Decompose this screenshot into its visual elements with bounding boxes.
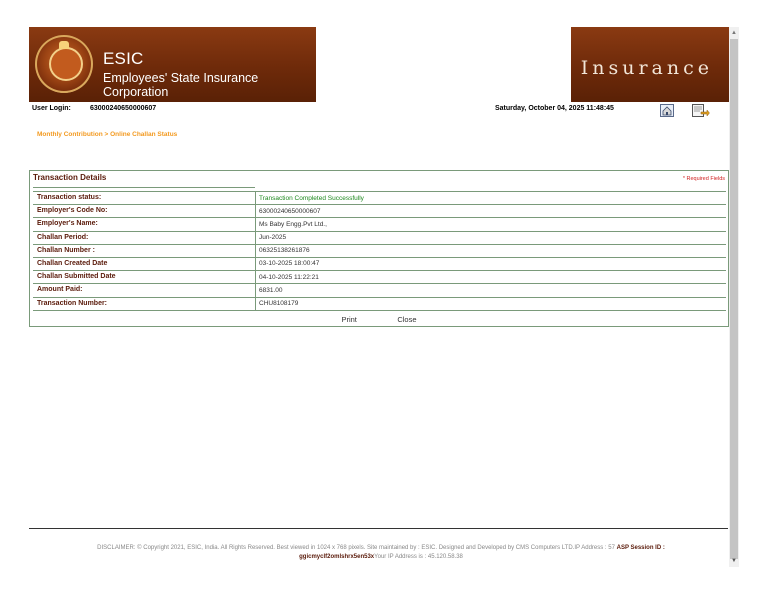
ip-address-text: Your IP Address is : 45.120.58.38 xyxy=(374,554,463,560)
home-icon[interactable] xyxy=(660,104,674,117)
row-label: Challan Period: xyxy=(37,233,89,241)
esic-logo-icon xyxy=(35,35,93,93)
brand-title: ESIC xyxy=(103,49,144,68)
row-label: Employer's Name: xyxy=(37,220,98,228)
table-row: Employer's Name: Ms Baby Engg.Pvt Ltd., xyxy=(33,218,726,232)
vertical-scrollbar[interactable]: ▲ ▼ xyxy=(729,27,739,567)
row-value: 63000240650000607 xyxy=(259,207,321,215)
row-label: Transaction status: xyxy=(37,194,102,201)
session-label: ASP Session ID : xyxy=(616,545,665,551)
row-value: Ms Baby Engg.Pvt Ltd., xyxy=(259,220,327,228)
user-login-label: User Login: xyxy=(32,105,71,112)
title-underline xyxy=(33,187,255,188)
close-button[interactable]: Close xyxy=(397,315,416,324)
details-table: Transaction status: Transaction Complete… xyxy=(33,191,726,311)
table-row: Amount Paid: 6831.00 xyxy=(33,284,726,298)
table-row: Challan Period: Jun-2025 xyxy=(33,231,726,245)
insurance-banner-text: Insurance xyxy=(580,57,713,79)
print-button[interactable]: Print xyxy=(341,315,356,324)
page: ESIC Employees' State Insurance Corporat… xyxy=(0,0,768,594)
row-value: Jun-2025 xyxy=(259,234,287,242)
row-value: 6831.00 xyxy=(259,286,283,294)
insurance-banner: Insurance xyxy=(571,27,729,102)
row-label: Employer's Code No: xyxy=(37,207,108,215)
row-value: CHU8108179 xyxy=(259,300,299,307)
row-value: 04-10-2025 11:22:21 xyxy=(259,273,319,281)
current-datetime: Saturday, October 04, 2025 11:48:45 xyxy=(495,105,614,112)
row-label: Challan Submitted Date xyxy=(37,273,116,281)
panel-title: Transaction Details xyxy=(33,173,107,182)
esic-banner: ESIC Employees' State Insurance Corporat… xyxy=(29,27,316,102)
scroll-up-icon[interactable]: ▲ xyxy=(730,29,738,37)
row-value: 03-10-2025 18:00:47 xyxy=(259,260,320,268)
footer-divider xyxy=(29,528,728,529)
row-label: Amount Paid: xyxy=(37,286,83,294)
logout-icon[interactable] xyxy=(692,104,710,117)
footer-disclaimer: DISCLAIMER: © Copyright 2021, ESIC, Indi… xyxy=(36,544,726,562)
breadcrumb[interactable]: Monthly Contribution > Online Challan St… xyxy=(37,131,177,138)
disclaimer-text: DISCLAIMER: © Copyright 2021, ESIC, Indi… xyxy=(97,545,615,551)
row-value: Transaction Completed Successfully xyxy=(259,194,364,202)
row-label: Challan Number : xyxy=(37,246,95,254)
scroll-down-icon[interactable]: ▼ xyxy=(730,557,738,565)
table-row: Transaction status: Transaction Complete… xyxy=(33,191,726,206)
table-row: Challan Submitted Date 04-10-2025 11:22:… xyxy=(33,271,726,285)
session-id: ggicmyclf2omlshrx5en53x xyxy=(299,554,375,560)
row-label: Challan Created Date xyxy=(37,259,108,267)
row-label: Transaction Number: xyxy=(37,299,108,307)
user-login-value: 63000240650000607 xyxy=(90,105,157,112)
table-row: Challan Number : 06325138261876 xyxy=(33,244,726,258)
panel-actions: Print Close xyxy=(30,309,728,327)
row-value: 06325138261876 xyxy=(259,247,310,255)
required-fields-note: * Required Fields xyxy=(682,176,725,182)
transaction-details-panel: Transaction Details * Required Fields Tr… xyxy=(29,170,729,327)
brand-subtitle: Employees' State Insurance Corporation xyxy=(103,71,259,99)
table-row: Employer's Code No: 63000240650000607 xyxy=(33,205,726,219)
table-row: Challan Created Date 03-10-2025 18:00:47 xyxy=(33,257,726,272)
scrollbar-thumb[interactable] xyxy=(730,39,738,559)
